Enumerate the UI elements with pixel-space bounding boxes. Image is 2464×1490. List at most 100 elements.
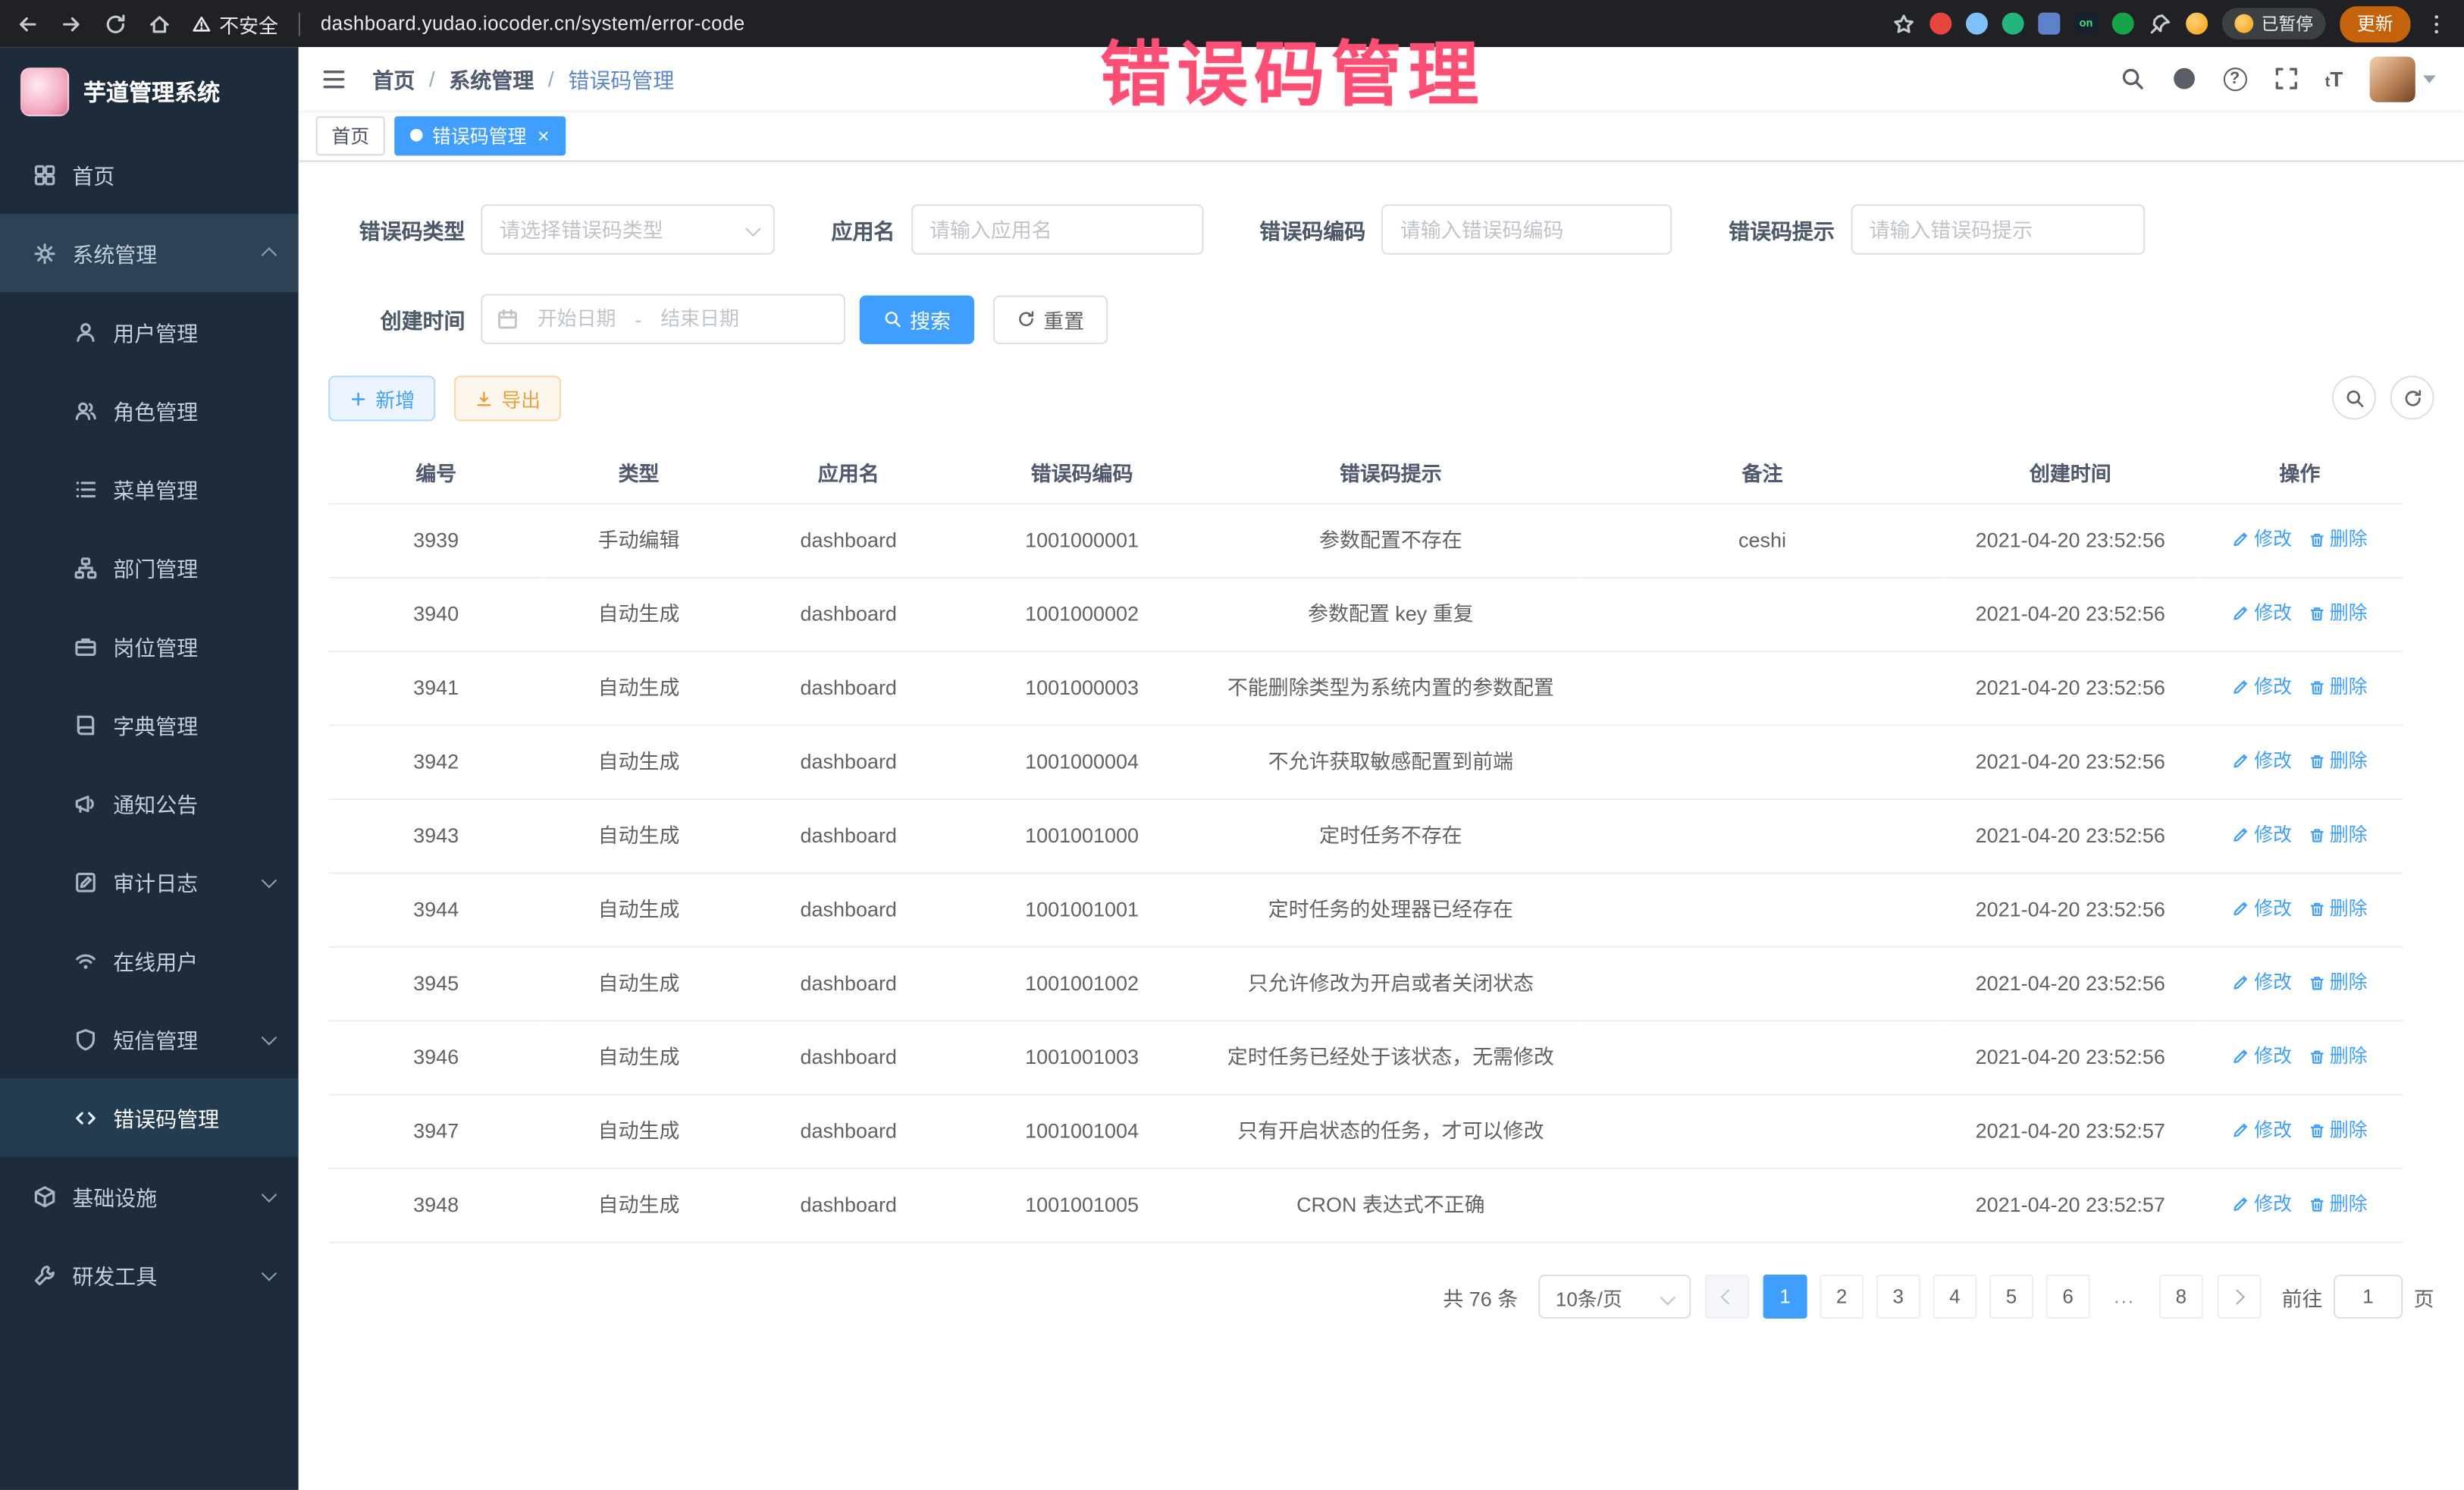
edit-link[interactable]: 修改 [2232,1042,2292,1070]
briefcase-icon [74,634,97,657]
browser-refresh-button[interactable] [104,12,127,36]
start-date-input[interactable] [526,308,627,330]
warning-triangle-icon [192,14,212,33]
github-icon[interactable] [2171,66,2196,91]
edit-link[interactable]: 修改 [2232,673,2292,701]
grid-extension-icon[interactable] [2038,13,2060,35]
sidebar-item-5[interactable]: 部门管理 [0,528,299,607]
sidebar-item-14[interactable]: 研发工具 [0,1235,299,1314]
browser-menu-icon[interactable] [2425,12,2448,36]
paw-extension-icon[interactable] [2112,13,2134,35]
green-extension-icon[interactable] [2002,13,2024,35]
app-name-input[interactable] [911,204,1203,254]
sidebar-item-11[interactable]: 短信管理 [0,999,299,1078]
profile-emoji-icon[interactable] [2186,13,2208,35]
breadcrumb-home[interactable]: 首页 [372,63,415,94]
sidebar-item-7[interactable]: 字典管理 [0,685,299,764]
edit-link[interactable]: 修改 [2232,968,2292,996]
sidebar-item-6[interactable]: 岗位管理 [0,607,299,685]
refresh-table-button[interactable] [2390,375,2434,419]
delete-link[interactable]: 删除 [2308,820,2368,849]
browser-home-button[interactable] [148,12,171,36]
tab-error-code[interactable]: 错误码管理 × [394,115,565,155]
close-tab-icon[interactable]: × [538,125,550,146]
page-size-select[interactable] [1538,1275,1691,1319]
end-date-input[interactable] [650,308,751,330]
page-button-8[interactable]: 8 [2159,1275,2203,1319]
extensions-pin-icon[interactable] [2148,12,2171,36]
sidebar-collapse-icon[interactable] [321,65,347,92]
paused-chip[interactable]: 已暂停 [2222,8,2326,39]
delete-link[interactable]: 删除 [2308,1190,2368,1218]
sidebar-item-9[interactable]: 审计日志 [0,842,299,921]
on-badge-extension-icon[interactable]: on [2074,13,2098,35]
toggle-search-button[interactable] [2332,375,2376,419]
cell-code: 1001000002 [964,578,1201,651]
edit-link[interactable]: 修改 [2232,525,2292,553]
sidebar-item-2[interactable]: 用户管理 [0,293,299,372]
goto-prefix-label: 前往 [2281,1281,2322,1311]
edit-link[interactable]: 修改 [2232,747,2292,775]
cell-app: dashboard [734,651,964,725]
delete-link[interactable]: 删除 [2308,1042,2368,1070]
edit-link[interactable]: 修改 [2232,894,2292,922]
delete-link[interactable]: 删除 [2308,673,2368,701]
tab-home[interactable]: 首页 [316,115,385,155]
header-search-icon[interactable] [2119,66,2144,91]
pager-ellipsis[interactable]: ... [2102,1275,2146,1319]
edit-link[interactable]: 修改 [2232,599,2292,627]
sidebar-item-0[interactable]: 首页 [0,135,299,214]
search-button[interactable]: 搜索 [860,295,974,343]
font-size-icon[interactable]: tT [2325,67,2343,90]
delete-link[interactable]: 删除 [2308,894,2368,922]
browser-forward-button[interactable] [60,12,83,36]
next-page-button[interactable] [2218,1275,2262,1319]
date-range-picker[interactable]: - [481,294,845,344]
breadcrumb-system[interactable]: 系统管理 [449,63,534,94]
error-code-label: 错误码编码 [1259,214,1365,245]
error-type-select[interactable] [481,204,775,254]
edit-link[interactable]: 修改 [2232,1190,2292,1218]
sidebar-item-8[interactable]: 通知公告 [0,764,299,842]
security-indicator[interactable]: 不安全 [192,8,278,38]
delete-link[interactable]: 删除 [2308,968,2368,996]
edit-link[interactable]: 修改 [2232,820,2292,849]
sidebar-item-10[interactable]: 在线用户 [0,921,299,1000]
browser-update-button[interactable]: 更新 [2340,5,2410,42]
breadcrumb: 首页 / 系统管理 / 错误码管理 [372,63,674,94]
user-menu[interactable] [2370,56,2436,102]
sidebar-item-4[interactable]: 菜单管理 [0,450,299,529]
page-button-5[interactable]: 5 [1989,1275,2033,1319]
red-extension-icon[interactable] [1930,13,1951,35]
sidebar-item-3[interactable]: 角色管理 [0,371,299,450]
goto-page-input[interactable] [2334,1275,2403,1319]
help-icon[interactable]: ? [2223,67,2246,90]
delete-link[interactable]: 删除 [2308,1116,2368,1144]
reset-button[interactable]: 重置 [993,295,1108,343]
delete-link[interactable]: 删除 [2308,747,2368,775]
bookmark-star-icon[interactable] [1892,12,1916,36]
url-bar[interactable]: dashboard.yudao.iocoder.cn/system/error-… [321,13,745,35]
sidebar-item-12[interactable]: 错误码管理 [0,1078,299,1157]
menu-list-icon [74,477,97,500]
delete-link[interactable]: 删除 [2308,599,2368,627]
edit-link[interactable]: 修改 [2232,1116,2292,1144]
add-button[interactable]: 新增 [328,375,435,421]
browser-back-button[interactable] [16,12,39,36]
delete-link[interactable]: 删除 [2308,525,2368,553]
error-code-input[interactable] [1381,204,1672,254]
error-hint-input[interactable] [1851,204,2145,254]
cell-remark [1581,799,1944,873]
page-button-1[interactable]: 1 [1763,1275,1807,1319]
fullscreen-icon[interactable] [2273,66,2298,91]
sidebar-item-1[interactable]: 系统管理 [0,214,299,293]
blue-extension-icon[interactable] [1966,13,1988,35]
page-button-4[interactable]: 4 [1933,1275,1977,1319]
export-button[interactable]: 导出 [454,375,561,421]
page-button-3[interactable]: 3 [1876,1275,1920,1319]
app-name-label: 应用名 [831,214,895,245]
page-button-2[interactable]: 2 [1820,1275,1864,1319]
sidebar-item-13[interactable]: 基础设施 [0,1157,299,1236]
page-button-6[interactable]: 6 [2046,1275,2090,1319]
prev-page-button[interactable] [1705,1275,1749,1319]
